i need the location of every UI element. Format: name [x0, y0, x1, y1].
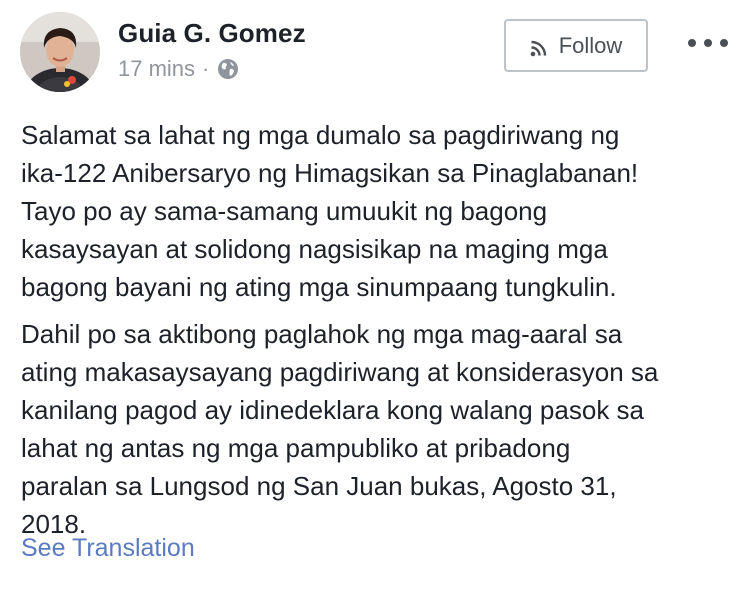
follow-button-label: Follow: [558, 32, 623, 58]
follow-button[interactable]: Follow: [504, 19, 648, 72]
see-translation-link[interactable]: See Translation: [21, 534, 195, 563]
globe-icon[interactable]: [217, 58, 239, 80]
post-meta: 17 mins ·: [118, 56, 239, 82]
post-body: Salamat sa lahat ng mga dumalo sa pagdir…: [21, 116, 741, 543]
rss-icon: [530, 37, 547, 57]
more-options-icon[interactable]: [688, 33, 728, 53]
meta-separator: ·: [202, 56, 210, 81]
post-paragraph: Salamat sa lahat ng mga dumalo sa pagdir…: [21, 120, 639, 302]
more-dot: [704, 39, 712, 47]
author-avatar[interactable]: [20, 12, 100, 92]
post-timestamp[interactable]: 17 mins: [118, 56, 195, 82]
facebook-post: Guia G. Gomez 17 mins · Follow Salamat s…: [0, 0, 750, 607]
post-paragraph: Dahil po sa aktibong paglahok ng mga mag…: [21, 319, 659, 539]
more-dot: [720, 39, 728, 47]
profile-photo: [20, 12, 100, 92]
more-dot: [688, 39, 696, 47]
author-name[interactable]: Guia G. Gomez: [118, 18, 306, 49]
